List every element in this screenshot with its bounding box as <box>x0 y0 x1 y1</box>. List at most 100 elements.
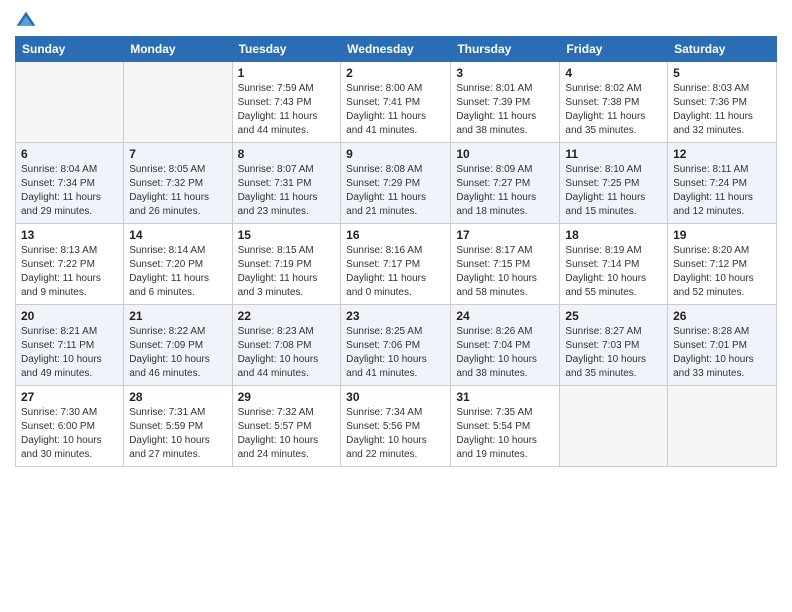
calendar-week-row: 13 Sunrise: 8:13 AM Sunset: 7:22 PM Dayli… <box>16 224 777 305</box>
day-detail: Sunrise: 8:16 AM Sunset: 7:17 PM Dayligh… <box>346 244 445 300</box>
day-detail: Sunrise: 8:14 AM Sunset: 7:20 PM Dayligh… <box>129 244 226 300</box>
day-detail: Sunrise: 8:28 AM Sunset: 7:01 PM Dayligh… <box>673 325 771 381</box>
day-detail: Sunrise: 8:17 AM Sunset: 7:15 PM Dayligh… <box>456 244 554 300</box>
day-detail: Sunrise: 8:19 AM Sunset: 7:14 PM Dayligh… <box>565 244 662 300</box>
calendar-day-cell: 14Sunrise: 8:14 AM Sunset: 7:20 PM Dayli… <box>124 224 232 305</box>
calendar-day-cell: 13 Sunrise: 8:13 AM Sunset: 7:22 PM Dayli… <box>16 224 124 305</box>
day-detail: Sunrise: 7:31 AM Sunset: 5:59 PM Dayligh… <box>129 406 226 462</box>
day-detail: Sunrise: 8:15 AM Sunset: 7:19 PM Dayligh… <box>238 244 336 300</box>
calendar-week-row: 6 Sunrise: 8:04 AM Sunset: 7:34 PM Daylig… <box>16 143 777 224</box>
day-number: 2 <box>346 66 445 80</box>
calendar-day-cell: 28 Sunrise: 7:31 AM Sunset: 5:59 PM Dayli… <box>124 386 232 467</box>
day-number: 27 <box>21 390 118 404</box>
day-detail: Sunrise: 8:01 AM Sunset: 7:39 PM Dayligh… <box>456 82 554 138</box>
day-detail: Sunrise: 8:20 AM Sunset: 7:12 PM Dayligh… <box>673 244 771 300</box>
calendar-day-cell: 8 Sunrise: 8:07 AM Sunset: 7:31 PM Daylig… <box>232 143 341 224</box>
calendar-day-cell: 18Sunrise: 8:19 AM Sunset: 7:14 PM Dayli… <box>560 224 668 305</box>
day-number: 24 <box>456 309 554 323</box>
day-number: 1 <box>238 66 336 80</box>
day-number: 8 <box>238 147 336 161</box>
calendar-day-cell: 11 Sunrise: 8:10 AM Sunset: 7:25 PM Dayli… <box>560 143 668 224</box>
day-number: 9 <box>346 147 445 161</box>
day-detail: Sunrise: 7:34 AM Sunset: 5:56 PM Dayligh… <box>346 406 445 462</box>
calendar-day-cell: 20 Sunrise: 8:21 AM Sunset: 7:11 PM Dayli… <box>16 305 124 386</box>
calendar-day-cell: 2 Sunrise: 8:00 AM Sunset: 7:41 PM Daylig… <box>341 62 451 143</box>
day-number: 13 <box>21 228 118 242</box>
weekday-header-thursday: Thursday <box>451 37 560 62</box>
day-number: 11 <box>565 147 662 161</box>
calendar-day-cell: 24 Sunrise: 8:26 AM Sunset: 7:04 PM Dayli… <box>451 305 560 386</box>
day-number: 5 <box>673 66 771 80</box>
calendar-day-cell: 7 Sunrise: 8:05 AM Sunset: 7:32 PM Daylig… <box>124 143 232 224</box>
calendar-day-cell: 22Sunrise: 8:23 AM Sunset: 7:08 PM Dayli… <box>232 305 341 386</box>
weekday-header-sunday: Sunday <box>16 37 124 62</box>
calendar-day-cell: 25Sunrise: 8:27 AM Sunset: 7:03 PM Dayli… <box>560 305 668 386</box>
calendar-day-cell: 17 Sunrise: 8:17 AM Sunset: 7:15 PM Dayli… <box>451 224 560 305</box>
day-number: 6 <box>21 147 118 161</box>
day-detail: Sunrise: 8:00 AM Sunset: 7:41 PM Dayligh… <box>346 82 445 138</box>
calendar-week-row: 20 Sunrise: 8:21 AM Sunset: 7:11 PM Dayli… <box>16 305 777 386</box>
day-number: 4 <box>565 66 662 80</box>
calendar-day-cell: 30 Sunrise: 7:34 AM Sunset: 5:56 PM Dayli… <box>341 386 451 467</box>
calendar-day-cell: 31 Sunrise: 7:35 AM Sunset: 5:54 PM Dayli… <box>451 386 560 467</box>
calendar-table: SundayMondayTuesdayWednesdayThursdayFrid… <box>15 36 777 467</box>
day-number: 21 <box>129 309 226 323</box>
day-detail: Sunrise: 8:25 AM Sunset: 7:06 PM Dayligh… <box>346 325 445 381</box>
calendar-day-cell: 1 Sunrise: 7:59 AM Sunset: 7:43 PM Daylig… <box>232 62 341 143</box>
calendar-day-cell: 4 Sunrise: 8:02 AM Sunset: 7:38 PM Daylig… <box>560 62 668 143</box>
day-detail: Sunrise: 7:59 AM Sunset: 7:43 PM Dayligh… <box>238 82 336 138</box>
day-detail: Sunrise: 8:02 AM Sunset: 7:38 PM Dayligh… <box>565 82 662 138</box>
day-number: 30 <box>346 390 445 404</box>
day-detail: Sunrise: 7:30 AM Sunset: 6:00 PM Dayligh… <box>21 406 118 462</box>
day-number: 25 <box>565 309 662 323</box>
day-number: 3 <box>456 66 554 80</box>
calendar-day-cell: 9 Sunrise: 8:08 AM Sunset: 7:29 PM Daylig… <box>341 143 451 224</box>
day-number: 16 <box>346 228 445 242</box>
day-number: 10 <box>456 147 554 161</box>
day-detail: Sunrise: 7:35 AM Sunset: 5:54 PM Dayligh… <box>456 406 554 462</box>
day-number: 19 <box>673 228 771 242</box>
day-number: 23 <box>346 309 445 323</box>
day-detail: Sunrise: 8:22 AM Sunset: 7:09 PM Dayligh… <box>129 325 226 381</box>
calendar-day-cell: 6 Sunrise: 8:04 AM Sunset: 7:34 PM Daylig… <box>16 143 124 224</box>
day-number: 7 <box>129 147 226 161</box>
day-number: 20 <box>21 309 118 323</box>
day-number: 29 <box>238 390 336 404</box>
day-number: 22 <box>238 309 336 323</box>
header-row <box>15 10 777 32</box>
day-detail: Sunrise: 7:32 AM Sunset: 5:57 PM Dayligh… <box>238 406 336 462</box>
calendar-day-cell: 19 Sunrise: 8:20 AM Sunset: 7:12 PM Dayli… <box>668 224 777 305</box>
calendar-day-cell <box>668 386 777 467</box>
calendar-week-row: 1 Sunrise: 7:59 AM Sunset: 7:43 PM Daylig… <box>16 62 777 143</box>
weekday-header-row: SundayMondayTuesdayWednesdayThursdayFrid… <box>16 37 777 62</box>
calendar-week-row: 27 Sunrise: 7:30 AM Sunset: 6:00 PM Dayli… <box>16 386 777 467</box>
day-number: 15 <box>238 228 336 242</box>
logo-icon <box>15 10 37 32</box>
logo <box>15 10 41 32</box>
day-number: 17 <box>456 228 554 242</box>
weekday-header-friday: Friday <box>560 37 668 62</box>
calendar-day-cell <box>124 62 232 143</box>
day-detail: Sunrise: 8:10 AM Sunset: 7:25 PM Dayligh… <box>565 163 662 219</box>
day-number: 31 <box>456 390 554 404</box>
day-detail: Sunrise: 8:04 AM Sunset: 7:34 PM Dayligh… <box>21 163 118 219</box>
day-number: 28 <box>129 390 226 404</box>
calendar-day-cell: 15 Sunrise: 8:15 AM Sunset: 7:19 PM Dayli… <box>232 224 341 305</box>
day-detail: Sunrise: 8:13 AM Sunset: 7:22 PM Dayligh… <box>21 244 118 300</box>
calendar-day-cell: 27 Sunrise: 7:30 AM Sunset: 6:00 PM Dayli… <box>16 386 124 467</box>
day-detail: Sunrise: 8:05 AM Sunset: 7:32 PM Dayligh… <box>129 163 226 219</box>
day-detail: Sunrise: 8:11 AM Sunset: 7:24 PM Dayligh… <box>673 163 771 219</box>
day-number: 12 <box>673 147 771 161</box>
day-detail: Sunrise: 8:08 AM Sunset: 7:29 PM Dayligh… <box>346 163 445 219</box>
main-container: SundayMondayTuesdayWednesdayThursdayFrid… <box>0 0 792 477</box>
calendar-day-cell: 23 Sunrise: 8:25 AM Sunset: 7:06 PM Dayli… <box>341 305 451 386</box>
weekday-header-wednesday: Wednesday <box>341 37 451 62</box>
day-detail: Sunrise: 8:21 AM Sunset: 7:11 PM Dayligh… <box>21 325 118 381</box>
calendar-day-cell: 12 Sunrise: 8:11 AM Sunset: 7:24 PM Dayli… <box>668 143 777 224</box>
calendar-day-cell <box>16 62 124 143</box>
calendar-day-cell: 10Sunrise: 8:09 AM Sunset: 7:27 PM Dayli… <box>451 143 560 224</box>
day-detail: Sunrise: 8:26 AM Sunset: 7:04 PM Dayligh… <box>456 325 554 381</box>
day-detail: Sunrise: 8:07 AM Sunset: 7:31 PM Dayligh… <box>238 163 336 219</box>
calendar-day-cell <box>560 386 668 467</box>
calendar-day-cell: 21 Sunrise: 8:22 AM Sunset: 7:09 PM Dayli… <box>124 305 232 386</box>
